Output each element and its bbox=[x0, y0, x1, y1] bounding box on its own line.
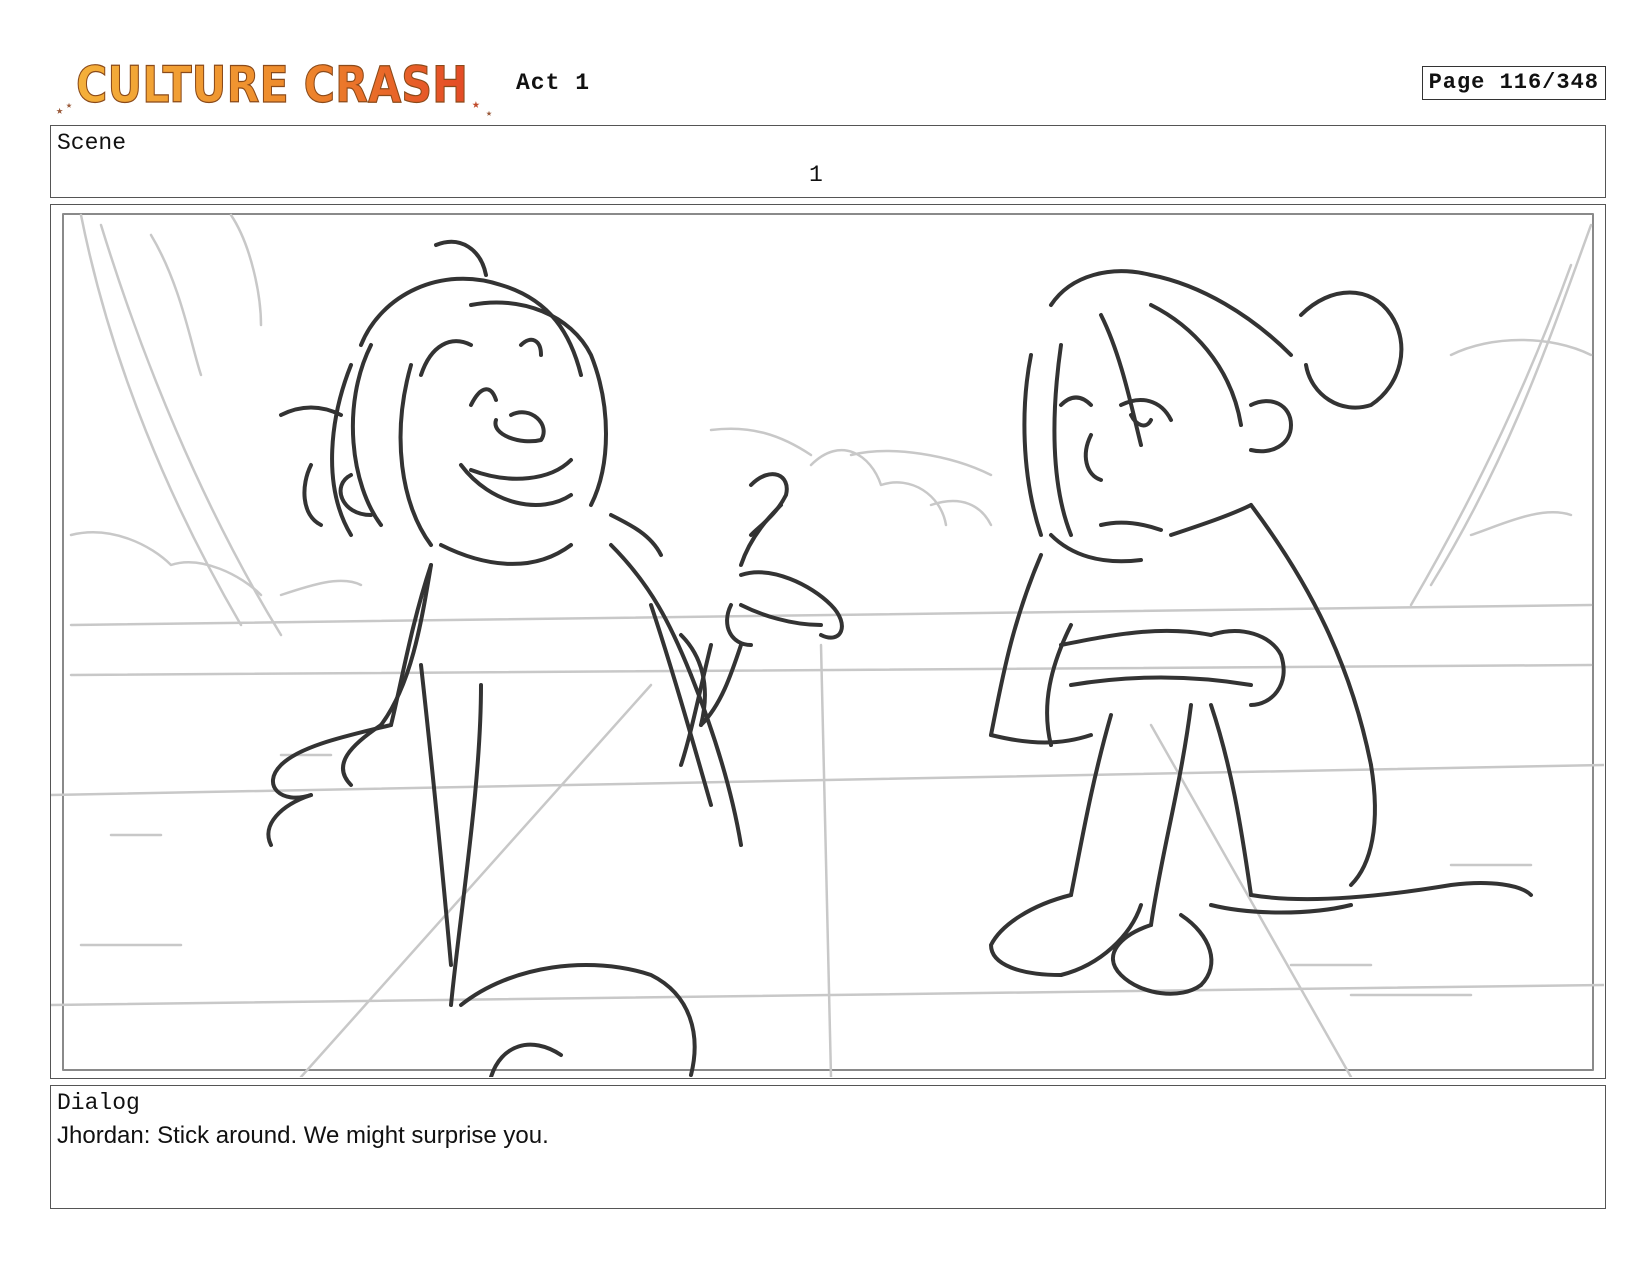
logo-graphic: CULTURE CRASH ★ ★ ★ ★ bbox=[56, 55, 492, 120]
dialog-box: Dialog Jhordan: Stick around. We might s… bbox=[50, 1085, 1606, 1209]
dialog-label: Dialog bbox=[57, 1090, 140, 1116]
svg-text:★: ★ bbox=[486, 109, 492, 120]
page-number: Page 116/348 bbox=[1421, 66, 1606, 100]
scene-number: 1 bbox=[809, 162, 823, 188]
svg-text:★: ★ bbox=[66, 101, 72, 112]
svg-text:★: ★ bbox=[56, 104, 63, 118]
panel-sketch bbox=[51, 213, 1604, 1077]
culture-crash-logo: CULTURE CRASH ★ ★ ★ ★ bbox=[52, 48, 502, 120]
storyboard-panel bbox=[50, 204, 1606, 1079]
svg-text:CULTURE CRASH: CULTURE CRASH bbox=[76, 56, 468, 114]
character-right bbox=[989, 269, 1533, 996]
act-label: Act 1 bbox=[516, 70, 591, 96]
scene-box: Scene 1 bbox=[50, 125, 1606, 198]
dialog-text: Jhordan: Stick around. We might surprise… bbox=[57, 1122, 549, 1149]
background-sketch bbox=[51, 213, 1604, 1077]
svg-text:★: ★ bbox=[472, 97, 480, 112]
character-jhordan bbox=[266, 239, 844, 1077]
scene-label: Scene bbox=[57, 130, 127, 156]
